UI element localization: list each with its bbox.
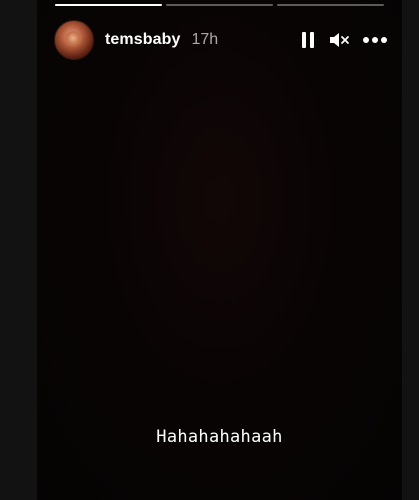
story-viewer[interactable]: temsbaby 17h Hahahahahaah xyxy=(37,0,402,500)
story-header: temsbaby 17h xyxy=(54,20,390,60)
progress-segment-1 xyxy=(55,4,162,6)
more-options-button[interactable] xyxy=(362,36,388,44)
progress-segment-2 xyxy=(166,4,273,6)
avatar[interactable] xyxy=(54,20,94,60)
username[interactable]: temsbaby xyxy=(105,31,181,49)
story-media xyxy=(37,0,402,500)
viewer-frame: temsbaby 17h Hahahahahaah xyxy=(0,0,419,500)
story-caption: Hahahahahaah xyxy=(156,427,283,447)
mute-button[interactable] xyxy=(328,31,350,49)
story-controls xyxy=(300,31,388,49)
pause-icon xyxy=(302,32,314,48)
post-time: 17h xyxy=(191,31,219,48)
progress-fill-1 xyxy=(55,4,162,6)
more-icon xyxy=(363,37,387,43)
pause-button[interactable] xyxy=(300,31,316,49)
speaker-muted-icon xyxy=(330,33,349,47)
progress-segment-3 xyxy=(277,4,384,6)
progress-bar xyxy=(55,4,384,7)
